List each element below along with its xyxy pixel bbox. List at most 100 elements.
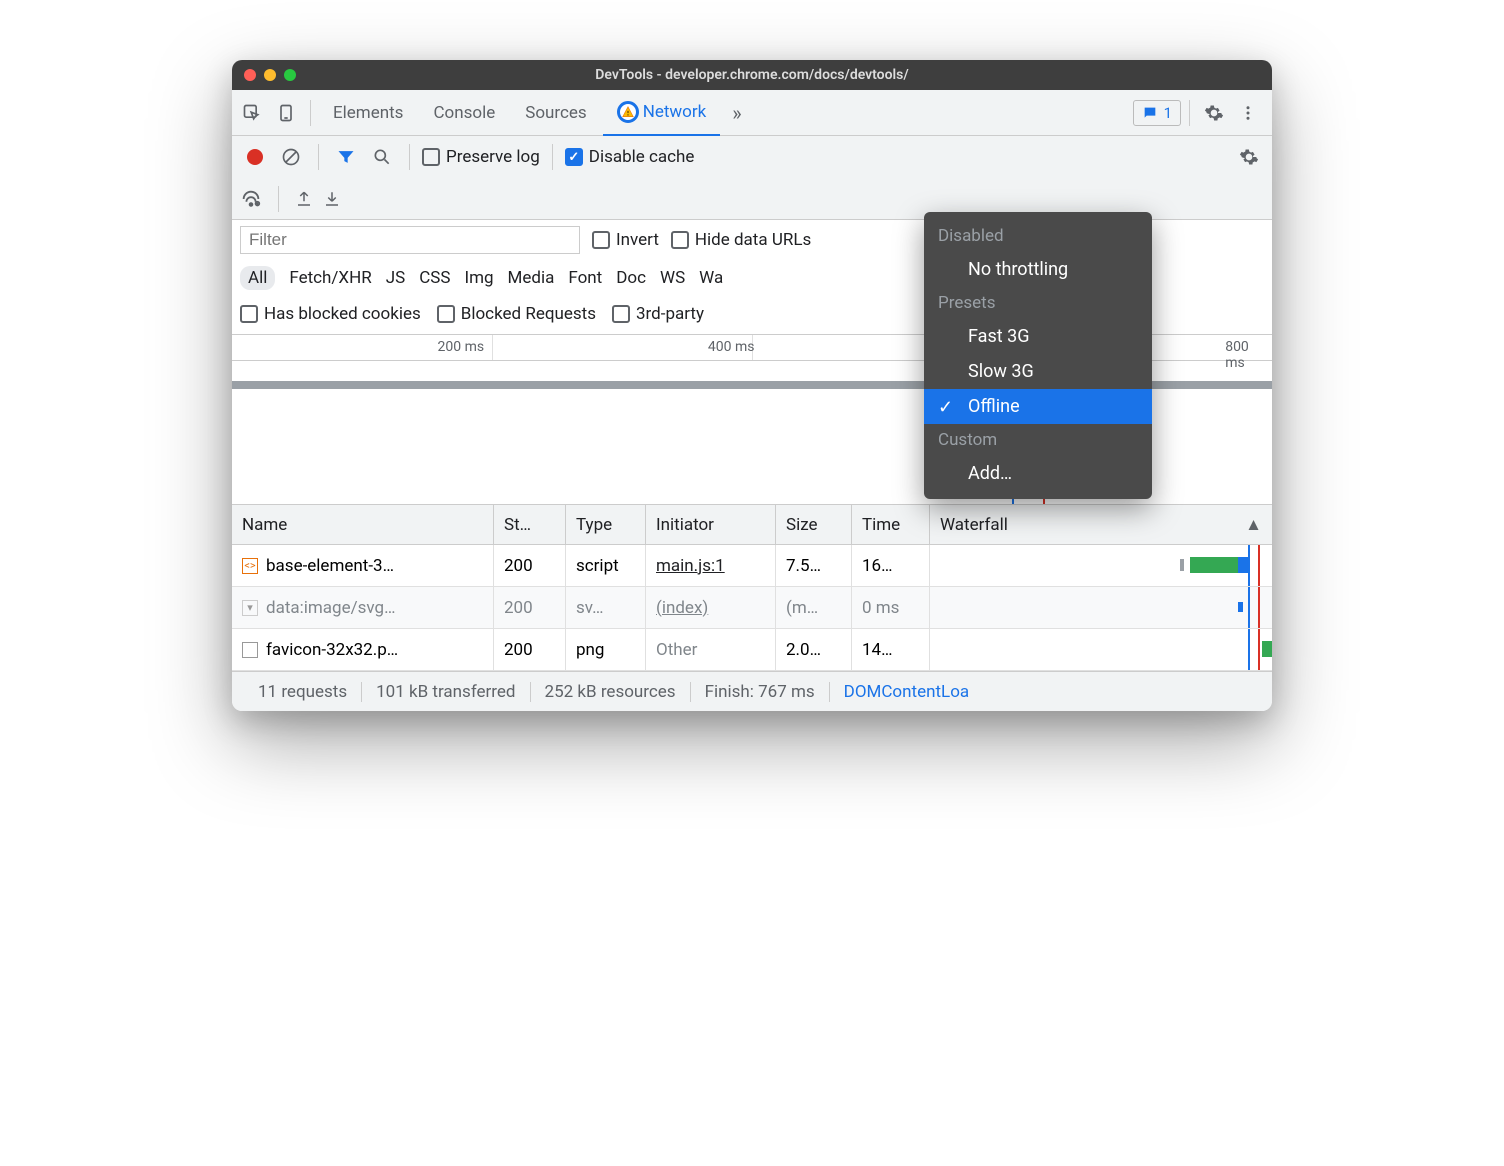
divider — [310, 100, 311, 126]
cell-time: 0 ms — [852, 587, 930, 628]
file-icon — [242, 642, 258, 658]
cell-initiator[interactable]: (index) — [656, 598, 708, 618]
type-filter-doc[interactable]: Doc — [616, 268, 646, 288]
status-transferred: 101 kB transferred — [362, 682, 530, 702]
request-table-header: Name St… Type Initiator Size Time Waterf… — [232, 505, 1272, 545]
type-filter-css[interactable]: CSS — [419, 268, 450, 288]
divider — [318, 144, 319, 170]
type-filter-font[interactable]: Font — [568, 268, 602, 288]
cell-initiator[interactable]: main.js:1 — [656, 556, 725, 576]
dd-section-custom: Custom — [924, 424, 1152, 456]
window-titlebar: DevTools - developer.chrome.com/docs/dev… — [232, 60, 1272, 90]
cell-size: (m… — [776, 587, 852, 628]
type-filter-img[interactable]: Img — [464, 268, 493, 288]
more-options-icon[interactable] — [1232, 97, 1264, 129]
divider — [1189, 100, 1190, 126]
preserve-log-label: Preserve log — [446, 147, 540, 167]
preserve-log-checkbox[interactable]: Preserve log — [422, 147, 540, 167]
third-party-checkbox[interactable]: 3rd-party — [612, 304, 704, 324]
clear-button[interactable] — [276, 142, 306, 172]
third-party-label: 3rd-party — [636, 304, 704, 324]
status-bar: 11 requests 101 kB transferred 252 kB re… — [232, 671, 1272, 711]
col-type[interactable]: Type — [566, 505, 646, 544]
window-title: DevTools - developer.chrome.com/docs/dev… — [244, 67, 1260, 83]
col-size[interactable]: Size — [776, 505, 852, 544]
record-button[interactable] — [240, 142, 270, 172]
col-status[interactable]: St… — [494, 505, 566, 544]
tab-network[interactable]: Network — [603, 90, 721, 136]
issues-button[interactable]: 1 — [1133, 100, 1181, 126]
type-filter-all[interactable]: All — [240, 266, 275, 290]
disable-cache-checkbox[interactable]: ✓ Disable cache — [565, 147, 695, 167]
issues-count: 1 — [1164, 104, 1172, 122]
warning-badge-icon — [617, 101, 639, 123]
tab-sources[interactable]: Sources — [511, 90, 600, 136]
cell-status: 200 — [494, 587, 566, 628]
tick-label: 200 ms — [438, 339, 485, 355]
more-tabs-button[interactable]: » — [722, 101, 751, 125]
devtools-window: DevTools - developer.chrome.com/docs/dev… — [232, 60, 1272, 711]
tick-label: 800 ms — [1225, 339, 1256, 371]
throttling-option-no-throttling[interactable]: No throttling — [924, 252, 1152, 287]
filter-toggle-icon[interactable] — [331, 142, 361, 172]
cell-status: 200 — [494, 629, 566, 670]
divider — [278, 186, 279, 212]
col-name[interactable]: Name — [232, 505, 494, 544]
script-file-icon: <> — [242, 558, 258, 574]
cell-time: 16… — [852, 545, 930, 586]
cell-type: script — [566, 545, 646, 586]
filter-input[interactable] — [240, 226, 580, 254]
network-conditions-icon[interactable] — [240, 188, 262, 210]
status-dcl: DOMContentLoa — [830, 682, 983, 702]
close-window-button[interactable] — [244, 69, 256, 81]
minimize-window-button[interactable] — [264, 69, 276, 81]
invert-checkbox[interactable]: Invert — [592, 230, 659, 250]
col-initiator[interactable]: Initiator — [646, 505, 776, 544]
table-row[interactable]: favicon-32x32.p… 200 png Other 2.0… 14… — [232, 629, 1272, 671]
export-har-icon[interactable] — [323, 190, 341, 208]
dd-section-presets: Presets — [924, 287, 1152, 319]
throttling-option-slow3g[interactable]: Slow 3G — [924, 354, 1152, 389]
type-filter-fetchxhr[interactable]: Fetch/XHR — [289, 268, 371, 288]
device-toolbar-icon[interactable] — [270, 97, 302, 129]
tick-label: 400 ms — [708, 339, 755, 355]
throttling-option-offline[interactable]: ✓ Offline — [924, 389, 1152, 424]
blocked-cookies-checkbox[interactable]: Has blocked cookies — [240, 304, 421, 324]
maximize-window-button[interactable] — [284, 69, 296, 81]
col-waterfall[interactable]: Waterfall ▲ — [930, 505, 1272, 544]
invert-label: Invert — [616, 230, 659, 250]
sort-indicator-icon: ▲ — [1245, 515, 1262, 535]
type-filter-ws[interactable]: WS — [660, 268, 685, 288]
checkmark-icon: ✓ — [938, 397, 953, 418]
search-icon[interactable] — [367, 142, 397, 172]
cell-name: data:image/svg… — [266, 598, 395, 618]
tab-console[interactable]: Console — [419, 90, 509, 136]
status-resources: 252 kB resources — [531, 682, 691, 702]
import-har-icon[interactable] — [295, 190, 313, 208]
hide-data-urls-label: Hide data URLs — [695, 230, 811, 250]
image-file-icon: ▾ — [242, 600, 258, 616]
tab-elements[interactable]: Elements — [319, 90, 417, 136]
throttling-option-add[interactable]: Add… — [924, 456, 1152, 491]
window-controls — [244, 69, 296, 81]
network-settings-icon[interactable] — [1234, 142, 1264, 172]
blocked-requests-checkbox[interactable]: Blocked Requests — [437, 304, 596, 324]
col-time[interactable]: Time — [852, 505, 930, 544]
throttling-option-fast3g[interactable]: Fast 3G — [924, 319, 1152, 354]
cell-time: 14… — [852, 629, 930, 670]
hide-data-urls-checkbox[interactable]: Hide data URLs — [671, 230, 811, 250]
type-filter-media[interactable]: Media — [508, 268, 555, 288]
inspect-element-icon[interactable] — [236, 97, 268, 129]
cell-status: 200 — [494, 545, 566, 586]
type-filter-js[interactable]: JS — [386, 268, 405, 288]
type-filter-wasm[interactable]: Wa — [699, 268, 723, 288]
tab-network-label: Network — [643, 102, 707, 122]
blocked-requests-label: Blocked Requests — [461, 304, 596, 324]
table-row[interactable]: <> base-element-3… 200 script main.js:1 … — [232, 545, 1272, 587]
blocked-cookies-label: Has blocked cookies — [264, 304, 421, 324]
divider — [409, 144, 410, 170]
request-table-body: <> base-element-3… 200 script main.js:1 … — [232, 545, 1272, 671]
settings-icon[interactable] — [1198, 97, 1230, 129]
table-row[interactable]: ▾ data:image/svg… 200 sv… (index) (m… 0 … — [232, 587, 1272, 629]
cell-size: 2.0… — [776, 629, 852, 670]
